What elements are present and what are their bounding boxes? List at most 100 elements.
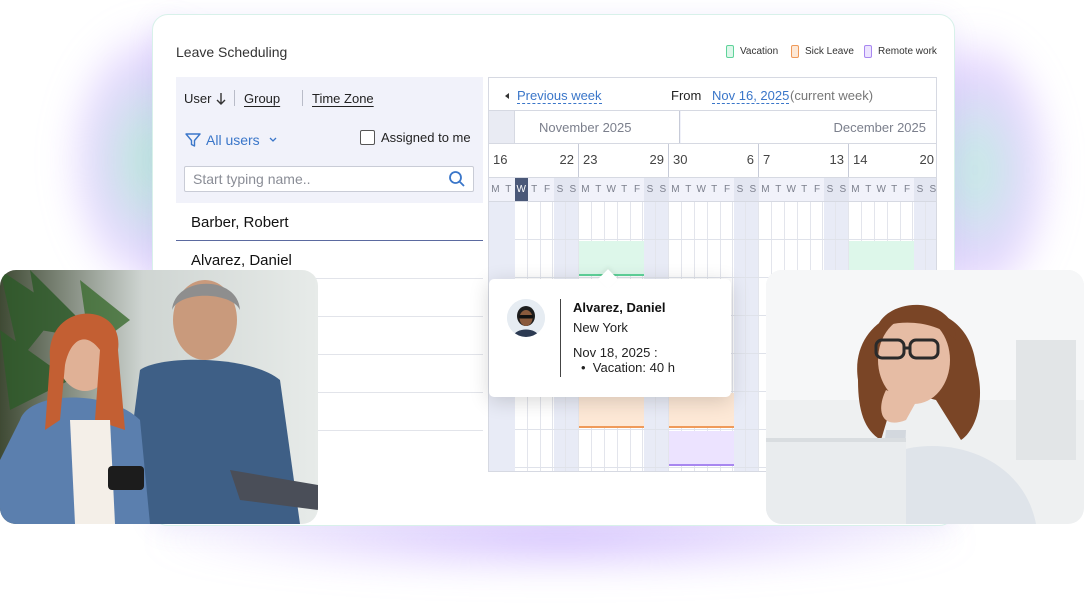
- user-name: Barber, Robert: [191, 214, 289, 231]
- filter-icon: [185, 133, 201, 147]
- day-cell: S: [733, 178, 747, 201]
- user-row[interactable]: Barber, Robert: [176, 203, 483, 241]
- current-week-note: (current week): [790, 88, 874, 103]
- sort-by-group[interactable]: Group: [244, 91, 280, 106]
- checkbox-icon: [360, 130, 375, 145]
- sort-by-user[interactable]: User: [184, 91, 227, 106]
- bullet-icon: •: [581, 360, 593, 375]
- week-cell: 16 22: [489, 144, 579, 177]
- photo-team-laptop: [0, 270, 318, 524]
- legend-label: Sick Leave: [805, 46, 854, 57]
- week-start-label: 30: [673, 152, 688, 167]
- day-cell: M: [579, 178, 592, 201]
- day-cell: S: [553, 178, 567, 201]
- day-cell: T: [617, 178, 631, 201]
- day-cell: W: [874, 178, 888, 201]
- divider: [302, 90, 303, 106]
- month-label: November 2025: [539, 120, 632, 135]
- previous-week-label: Previous week: [517, 88, 602, 104]
- day-cell: T: [681, 178, 695, 201]
- remote-work-swatch-icon: [864, 45, 872, 58]
- today-day-cell: W: [514, 178, 528, 201]
- week-start-label: 16: [493, 152, 508, 167]
- day-cell: S: [913, 178, 927, 201]
- sick-leave-swatch-icon: [791, 45, 799, 58]
- search-box: [184, 166, 474, 192]
- day-cell: F: [900, 178, 914, 201]
- day-cell: M: [759, 178, 772, 201]
- day-cell: T: [797, 178, 811, 201]
- day-row: MTWTFSSMTWTFSSMTWTFSSMTWTFSSMTWTFSS: [489, 178, 936, 202]
- day-cell: S: [656, 178, 670, 201]
- week-row: 16 22 23 29 30 6 7 13 14 20: [489, 144, 936, 178]
- week-cell: 23 29: [579, 144, 669, 177]
- day-cell: M: [489, 178, 502, 201]
- month-cell: November 2025: [515, 111, 680, 143]
- caret-left-icon: [505, 93, 509, 99]
- leave-tooltip: Alvarez, Daniel New York Nov 18, 2025 : …: [489, 269, 731, 397]
- legend-sick-leave: Sick Leave: [791, 45, 854, 58]
- filter-label: All users: [206, 132, 260, 148]
- arrow-down-icon: [216, 92, 226, 105]
- assigned-to-me-checkbox[interactable]: Assigned to me: [360, 130, 471, 145]
- app-title: Leave Scheduling: [176, 44, 288, 60]
- leave-block[interactable]: [579, 241, 644, 276]
- day-cell: T: [861, 178, 875, 201]
- week-start-label: 23: [583, 152, 598, 167]
- avatar: [507, 299, 545, 337]
- photo-woman-glasses: [766, 270, 1084, 524]
- sort-user-label: User: [184, 91, 212, 106]
- search-input[interactable]: [185, 167, 435, 191]
- day-cell: F: [810, 178, 824, 201]
- day-cell: T: [887, 178, 901, 201]
- week-end-label: 6: [746, 152, 754, 167]
- week-start-label: 7: [763, 152, 771, 167]
- day-cell: W: [784, 178, 798, 201]
- user-panel-header: User Group Time Zone All users Assigned …: [176, 77, 483, 203]
- calendar-nav: Previous week From Nov 16, 2025 (current…: [489, 78, 936, 111]
- legend-label: Vacation: [740, 46, 779, 57]
- leave-block[interactable]: [669, 393, 734, 428]
- day-cell: T: [771, 178, 785, 201]
- leave-block[interactable]: [579, 393, 644, 428]
- week-cell: 7 13: [759, 144, 849, 177]
- day-cell: S: [823, 178, 837, 201]
- day-cell: T: [707, 178, 721, 201]
- legend-vacation: Vacation: [726, 45, 778, 58]
- tooltip-leave-text: Vacation: 40 h: [592, 360, 675, 375]
- assigned-label: Assigned to me: [381, 130, 471, 145]
- day-cell: S: [566, 178, 580, 201]
- tooltip-date: Nov 18, 2025 :: [573, 345, 658, 360]
- search-icon[interactable]: [448, 170, 466, 188]
- tooltip-location: New York: [573, 320, 628, 335]
- sort-by-timezone[interactable]: Time Zone: [312, 91, 374, 106]
- month-cell: December 2025: [681, 111, 936, 143]
- all-users-filter[interactable]: All users: [184, 131, 278, 149]
- day-cell: W: [694, 178, 708, 201]
- leave-block[interactable]: [669, 431, 734, 466]
- month-row: November 2025 December 2025: [489, 111, 936, 144]
- month-label: December 2025: [833, 120, 927, 135]
- from-label: From: [671, 88, 702, 103]
- vacation-swatch-icon: [726, 45, 734, 58]
- day-cell: S: [836, 178, 850, 201]
- week-cell: 30 6: [669, 144, 759, 177]
- legend-label: Remote work: [878, 46, 937, 57]
- week-start-label: 14: [853, 152, 868, 167]
- divider: [234, 90, 235, 106]
- previous-week-link[interactable]: Previous week: [503, 88, 602, 104]
- day-cell: T: [501, 178, 515, 201]
- day-cell: F: [720, 178, 734, 201]
- week-end-label: 29: [649, 152, 664, 167]
- grid-row-line: [489, 239, 936, 240]
- month-cell-prev: [489, 111, 515, 143]
- week-end-label: 20: [919, 152, 934, 167]
- from-date-picker[interactable]: Nov 16, 2025: [712, 88, 790, 104]
- grid-column: [746, 202, 760, 471]
- day-cell: S: [643, 178, 657, 201]
- divider: [560, 299, 561, 377]
- week-end-label: 22: [559, 152, 574, 167]
- day-cell: F: [630, 178, 644, 201]
- day-cell: T: [591, 178, 605, 201]
- stage: Leave Scheduling Vacation Sick Leave Rem…: [0, 0, 1085, 608]
